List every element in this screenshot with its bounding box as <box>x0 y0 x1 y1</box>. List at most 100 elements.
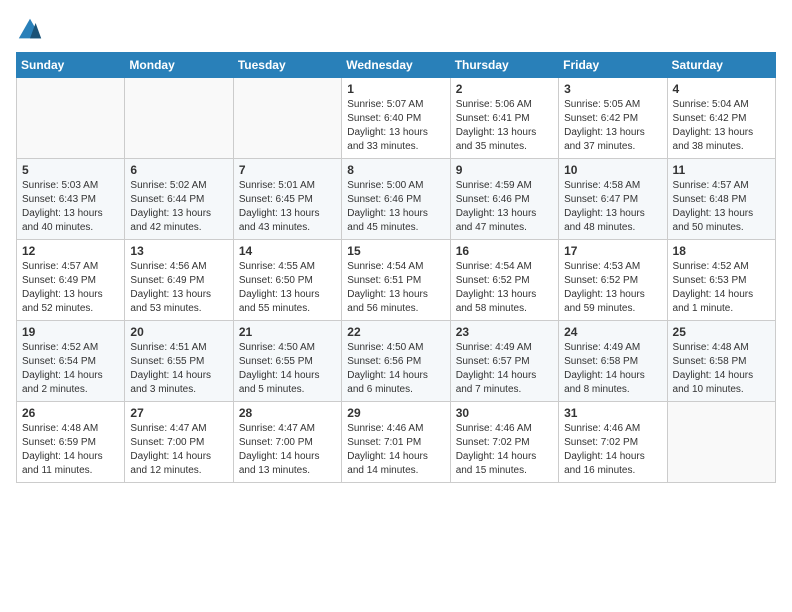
day-number: 20 <box>130 325 227 339</box>
day-number: 8 <box>347 163 444 177</box>
calendar-cell: 5 Sunrise: 5:03 AM Sunset: 6:43 PM Daylig… <box>17 159 125 240</box>
day-info: Sunrise: 5:01 AM Sunset: 6:45 PM Dayligh… <box>239 179 336 235</box>
calendar-cell: 28 Sunrise: 4:47 AM Sunset: 7:00 PM Dayli… <box>233 402 341 483</box>
calendar-cell: 31 Sunrise: 4:46 AM Sunset: 7:02 PM Dayli… <box>559 402 667 483</box>
day-number: 17 <box>564 244 661 258</box>
day-info: Sunrise: 4:50 AM Sunset: 6:55 PM Dayligh… <box>239 341 336 397</box>
day-number: 1 <box>347 82 444 96</box>
day-info: Sunrise: 5:03 AM Sunset: 6:43 PM Dayligh… <box>22 179 119 235</box>
day-info: Sunrise: 4:58 AM Sunset: 6:47 PM Dayligh… <box>564 179 661 235</box>
day-info: Sunrise: 4:54 AM Sunset: 6:52 PM Dayligh… <box>456 260 553 316</box>
calendar-cell: 26Sunrise: 4:48 AM Sunset: 6:59 PM Dayli… <box>17 402 125 483</box>
calendar-cell: 4Sunrise: 5:04 AM Sunset: 6:42 PM Daylig… <box>667 78 775 159</box>
day-info: Sunrise: 5:06 AM Sunset: 6:41 PM Dayligh… <box>456 98 553 154</box>
day-number: 26 <box>22 406 119 420</box>
day-number: 9 <box>456 163 553 177</box>
day-info: Sunrise: 4:47 AM Sunset: 7:00 PM Dayligh… <box>130 422 227 478</box>
calendar-cell: 6 Sunrise: 5:02 AM Sunset: 6:44 PM Daylig… <box>125 159 233 240</box>
calendar-cell: 23Sunrise: 4:49 AM Sunset: 6:57 PM Dayli… <box>450 321 558 402</box>
day-number: 3 <box>564 82 661 96</box>
calendar-cell: 2 Sunrise: 5:06 AM Sunset: 6:41 PM Daylig… <box>450 78 558 159</box>
day-info: Sunrise: 4:55 AM Sunset: 6:50 PM Dayligh… <box>239 260 336 316</box>
day-info: Sunrise: 5:00 AM Sunset: 6:46 PM Dayligh… <box>347 179 444 235</box>
day-info: Sunrise: 4:48 AM Sunset: 6:58 PM Dayligh… <box>673 341 770 397</box>
day-number: 7 <box>239 163 336 177</box>
day-info: Sunrise: 4:54 AM Sunset: 6:51 PM Dayligh… <box>347 260 444 316</box>
day-info: Sunrise: 4:52 AM Sunset: 6:53 PM Dayligh… <box>673 260 770 316</box>
calendar-cell: 30 Sunrise: 4:46 AM Sunset: 7:02 PM Dayli… <box>450 402 558 483</box>
day-header-friday: Friday <box>559 53 667 78</box>
calendar-cell: 22Sunrise: 4:50 AM Sunset: 6:56 PM Dayli… <box>342 321 450 402</box>
calendar-cell <box>233 78 341 159</box>
calendar-week-row: 12 Sunrise: 4:57 AM Sunset: 6:49 PM Dayli… <box>17 240 776 321</box>
day-number: 15 <box>347 244 444 258</box>
calendar-cell: 25 Sunrise: 4:48 AM Sunset: 6:58 PM Dayli… <box>667 321 775 402</box>
day-number: 30 <box>456 406 553 420</box>
calendar-cell: 27 Sunrise: 4:47 AM Sunset: 7:00 PM Dayli… <box>125 402 233 483</box>
day-info: Sunrise: 4:47 AM Sunset: 7:00 PM Dayligh… <box>239 422 336 478</box>
calendar-cell <box>125 78 233 159</box>
day-info: Sunrise: 4:51 AM Sunset: 6:55 PM Dayligh… <box>130 341 227 397</box>
calendar-week-row: 19 Sunrise: 4:52 AM Sunset: 6:54 PM Dayli… <box>17 321 776 402</box>
day-number: 6 <box>130 163 227 177</box>
logo-icon <box>16 16 44 44</box>
calendar-week-row: 26Sunrise: 4:48 AM Sunset: 6:59 PM Dayli… <box>17 402 776 483</box>
calendar-cell: 24Sunrise: 4:49 AM Sunset: 6:58 PM Dayli… <box>559 321 667 402</box>
day-number: 22 <box>347 325 444 339</box>
page-header <box>16 16 776 44</box>
calendar-cell: 19 Sunrise: 4:52 AM Sunset: 6:54 PM Dayli… <box>17 321 125 402</box>
day-info: Sunrise: 4:52 AM Sunset: 6:54 PM Dayligh… <box>22 341 119 397</box>
calendar-cell: 9 Sunrise: 4:59 AM Sunset: 6:46 PM Daylig… <box>450 159 558 240</box>
day-info: Sunrise: 5:07 AM Sunset: 6:40 PM Dayligh… <box>347 98 444 154</box>
day-header-monday: Monday <box>125 53 233 78</box>
day-number: 31 <box>564 406 661 420</box>
calendar-cell: 1 Sunrise: 5:07 AM Sunset: 6:40 PM Daylig… <box>342 78 450 159</box>
day-info: Sunrise: 4:46 AM Sunset: 7:02 PM Dayligh… <box>564 422 661 478</box>
calendar-cell: 13Sunrise: 4:56 AM Sunset: 6:49 PM Dayli… <box>125 240 233 321</box>
calendar-cell: 15 Sunrise: 4:54 AM Sunset: 6:51 PM Dayli… <box>342 240 450 321</box>
day-number: 16 <box>456 244 553 258</box>
calendar-cell: 17 Sunrise: 4:53 AM Sunset: 6:52 PM Dayli… <box>559 240 667 321</box>
day-number: 13 <box>130 244 227 258</box>
calendar-cell: 10 Sunrise: 4:58 AM Sunset: 6:47 PM Dayli… <box>559 159 667 240</box>
calendar-cell: 20 Sunrise: 4:51 AM Sunset: 6:55 PM Dayli… <box>125 321 233 402</box>
day-header-wednesday: Wednesday <box>342 53 450 78</box>
calendar-cell: 7 Sunrise: 5:01 AM Sunset: 6:45 PM Daylig… <box>233 159 341 240</box>
day-info: Sunrise: 5:02 AM Sunset: 6:44 PM Dayligh… <box>130 179 227 235</box>
day-number: 2 <box>456 82 553 96</box>
day-info: Sunrise: 4:46 AM Sunset: 7:02 PM Dayligh… <box>456 422 553 478</box>
day-info: Sunrise: 5:04 AM Sunset: 6:42 PM Dayligh… <box>673 98 770 154</box>
calendar-cell: 14 Sunrise: 4:55 AM Sunset: 6:50 PM Dayli… <box>233 240 341 321</box>
calendar-cell: 21 Sunrise: 4:50 AM Sunset: 6:55 PM Dayli… <box>233 321 341 402</box>
calendar-week-row: 5 Sunrise: 5:03 AM Sunset: 6:43 PM Daylig… <box>17 159 776 240</box>
day-number: 10 <box>564 163 661 177</box>
logo <box>16 16 48 44</box>
day-number: 19 <box>22 325 119 339</box>
calendar-cell <box>17 78 125 159</box>
calendar-cell: 16 Sunrise: 4:54 AM Sunset: 6:52 PM Dayli… <box>450 240 558 321</box>
day-info: Sunrise: 4:49 AM Sunset: 6:58 PM Dayligh… <box>564 341 661 397</box>
day-number: 29 <box>347 406 444 420</box>
day-number: 27 <box>130 406 227 420</box>
day-header-saturday: Saturday <box>667 53 775 78</box>
calendar-cell: 12 Sunrise: 4:57 AM Sunset: 6:49 PM Dayli… <box>17 240 125 321</box>
day-number: 25 <box>673 325 770 339</box>
day-number: 14 <box>239 244 336 258</box>
day-number: 28 <box>239 406 336 420</box>
day-number: 5 <box>22 163 119 177</box>
day-header-thursday: Thursday <box>450 53 558 78</box>
day-info: Sunrise: 4:57 AM Sunset: 6:48 PM Dayligh… <box>673 179 770 235</box>
calendar-cell: 29 Sunrise: 4:46 AM Sunset: 7:01 PM Dayli… <box>342 402 450 483</box>
day-info: Sunrise: 4:59 AM Sunset: 6:46 PM Dayligh… <box>456 179 553 235</box>
calendar-cell: 8 Sunrise: 5:00 AM Sunset: 6:46 PM Daylig… <box>342 159 450 240</box>
day-number: 21 <box>239 325 336 339</box>
day-number: 12 <box>22 244 119 258</box>
calendar-week-row: 1 Sunrise: 5:07 AM Sunset: 6:40 PM Daylig… <box>17 78 776 159</box>
calendar-cell: 18Sunrise: 4:52 AM Sunset: 6:53 PM Dayli… <box>667 240 775 321</box>
day-info: Sunrise: 4:46 AM Sunset: 7:01 PM Dayligh… <box>347 422 444 478</box>
calendar-cell: 11Sunrise: 4:57 AM Sunset: 6:48 PM Dayli… <box>667 159 775 240</box>
calendar-header-row: SundayMondayTuesdayWednesdayThursdayFrid… <box>17 53 776 78</box>
day-info: Sunrise: 4:57 AM Sunset: 6:49 PM Dayligh… <box>22 260 119 316</box>
day-info: Sunrise: 4:53 AM Sunset: 6:52 PM Dayligh… <box>564 260 661 316</box>
day-header-tuesday: Tuesday <box>233 53 341 78</box>
